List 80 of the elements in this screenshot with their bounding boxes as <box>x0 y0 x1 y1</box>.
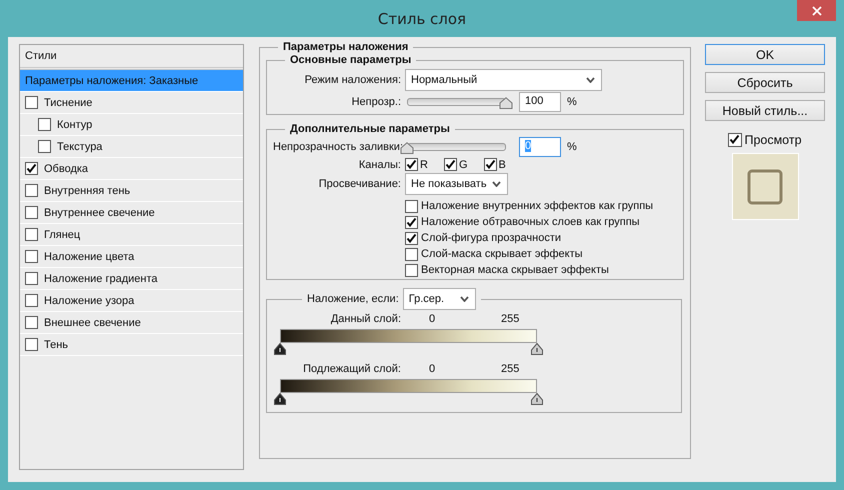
style-item[interactable]: Наложение градиента <box>20 268 243 290</box>
checkbox-label: Слой-фигура прозрачности <box>421 232 561 244</box>
range-low-value: 0 <box>429 313 436 325</box>
percent-sign: % <box>567 96 577 108</box>
style-item[interactable]: Наложение узора <box>20 290 243 312</box>
checkbox-label: Векторная маска скрывает эффекты <box>421 264 609 276</box>
checkbox[interactable] <box>405 248 418 260</box>
checkbox-label: Наложение обтравочных слоев как группы <box>421 216 640 228</box>
field-label: Непрозр.: <box>350 96 401 108</box>
checkbox-label: Просмотр <box>744 133 802 147</box>
checkbox[interactable] <box>25 294 38 307</box>
slider-thumb[interactable] <box>274 343 286 355</box>
style-item[interactable]: Глянец <box>20 224 243 246</box>
checkbox[interactable] <box>25 250 38 263</box>
range-label: Подлежащий слой: <box>302 363 401 375</box>
checkbox-label: R <box>420 158 428 170</box>
close-icon <box>812 6 822 16</box>
window-title: Стиль слоя <box>378 10 466 28</box>
style-item[interactable]: Внутреннее свечение <box>20 202 243 224</box>
range-label: Данный слой: <box>330 313 401 325</box>
checkbox[interactable] <box>25 206 38 219</box>
checkbox[interactable] <box>38 140 51 153</box>
checkbox-label: Слой-маска скрывает эффекты <box>421 248 583 260</box>
checkbox[interactable] <box>728 133 742 147</box>
style-item[interactable]: Наложение цвета <box>20 246 243 268</box>
dialog-button[interactable]: Новый стиль... <box>705 100 825 121</box>
checkbox-label: Наложение внутренних эффектов как группы <box>421 200 654 212</box>
dialog-button[interactable]: OK <box>705 44 825 65</box>
checkbox[interactable] <box>405 216 418 228</box>
slider-thumb[interactable] <box>499 96 513 108</box>
checkbox[interactable] <box>25 272 38 285</box>
checkbox-label: B <box>498 158 506 170</box>
style-item[interactable]: Внешнее свечение <box>20 312 243 334</box>
slider-thumb[interactable] <box>400 142 414 154</box>
slider-thumb[interactable] <box>274 393 286 405</box>
checkbox[interactable] <box>25 96 38 109</box>
range-low-value: 0 <box>429 363 436 375</box>
blend-if-dropdown[interactable]: Гр.сер. <box>402 288 476 310</box>
checkbox[interactable] <box>405 158 418 171</box>
square-icon <box>747 168 783 204</box>
section-title: Параметры наложения <box>282 41 410 53</box>
dialog-button[interactable]: Сбросить <box>705 72 825 93</box>
style-item[interactable]: Тень <box>20 334 243 356</box>
range-high-value: 255 <box>501 313 520 325</box>
checkbox[interactable] <box>405 264 418 276</box>
style-item[interactable]: Обводка <box>20 158 243 180</box>
checkbox[interactable] <box>444 158 457 171</box>
close-button[interactable] <box>797 0 836 21</box>
group-title: Основные параметры <box>289 54 412 66</box>
checkbox[interactable] <box>405 232 418 244</box>
knockout-dropdown[interactable]: Не показывать <box>405 173 508 195</box>
slider-thumb[interactable] <box>531 343 543 355</box>
checkbox[interactable] <box>25 184 38 197</box>
style-item[interactable]: Внутренняя тень <box>20 180 243 202</box>
checkbox[interactable] <box>484 158 497 171</box>
checkbox[interactable] <box>25 338 38 351</box>
checkbox[interactable] <box>25 162 38 175</box>
field-label: Наложение, если: <box>307 293 399 305</box>
field-label: Каналы: <box>358 158 401 170</box>
field-label: Непрозрачность заливки: <box>273 141 401 153</box>
style-item[interactable]: Текстура <box>20 136 243 158</box>
style-item[interactable]: Тиснение <box>20 92 243 114</box>
checkbox[interactable] <box>25 228 38 241</box>
field-label: Режим наложения: <box>304 74 401 86</box>
percent-sign: % <box>567 141 577 153</box>
slider-thumb[interactable] <box>531 393 543 405</box>
checkbox-label: G <box>458 158 468 170</box>
field-label: Просвечивание: <box>318 178 401 190</box>
opacity-field[interactable]: 100 <box>519 92 561 112</box>
checkbox[interactable] <box>405 200 418 212</box>
group-title: Дополнительные параметры <box>289 123 451 135</box>
caret-icon <box>586 77 595 83</box>
caret-icon <box>460 296 469 302</box>
caret-icon <box>492 181 501 187</box>
style-item[interactable]: Контур <box>20 114 243 136</box>
style-item[interactable]: Параметры наложения: Заказные <box>20 70 243 92</box>
range-high-value: 255 <box>501 363 520 375</box>
checkbox[interactable] <box>38 118 51 131</box>
checkbox[interactable] <box>25 316 38 329</box>
blend-mode-dropdown[interactable]: Нормальный <box>405 69 602 91</box>
